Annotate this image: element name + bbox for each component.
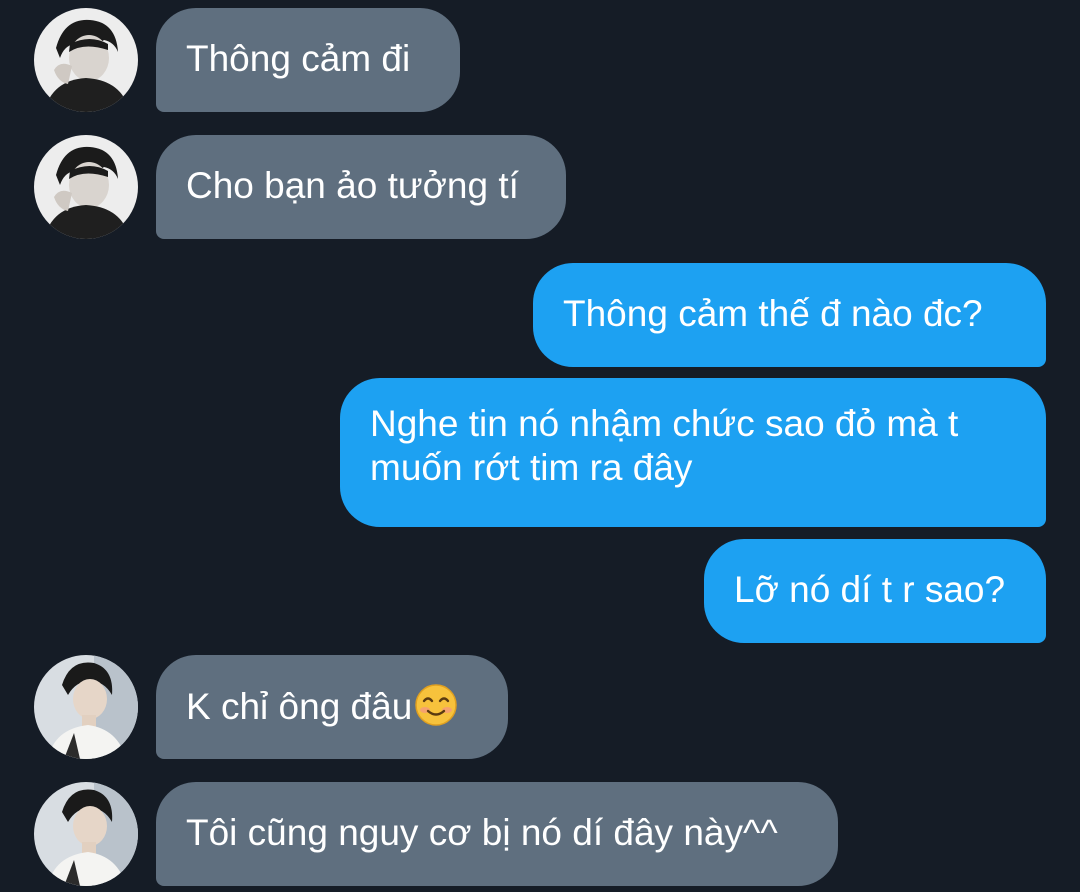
message-text: K chỉ ông đâu (186, 686, 413, 727)
avatar[interactable] (34, 782, 138, 886)
received-message-bubble[interactable]: Cho bạn ảo tưởng tí (156, 135, 566, 239)
profile-photo-person-b-icon (34, 782, 138, 886)
avatar[interactable] (34, 8, 138, 112)
received-message-bubble[interactable]: K chỉ ông đâu (156, 655, 508, 759)
message-text-line: Nghe tin nó nhậm chức sao đỏ mà t (370, 403, 959, 444)
received-message-bubble[interactable]: Tôi cũng nguy cơ bị nó dí đây này^^ (156, 782, 838, 886)
message-text: Thông cảm đi (186, 38, 411, 79)
profile-photo-person-b-icon (34, 655, 138, 759)
sent-message-bubble[interactable]: Lỡ nó dí t r sao? (704, 539, 1046, 643)
received-message-bubble[interactable]: Thông cảm đi (156, 8, 460, 112)
message-thread: Thông cảm đi Cho bạn ảo tưởng tí Thông c… (0, 0, 1080, 892)
message-text: Cho bạn ảo tưởng tí (186, 165, 519, 206)
profile-photo-person-a-icon (34, 8, 138, 112)
sent-message-bubble[interactable]: Nghe tin nó nhậm chức sao đỏ mà t muốn r… (340, 378, 1046, 527)
sent-message-bubble[interactable]: Thông cảm thế đ nào đc? (533, 263, 1046, 367)
message-text: Thông cảm thế đ nào đc? (563, 293, 983, 334)
avatar[interactable] (34, 135, 138, 239)
avatar[interactable] (34, 655, 138, 759)
message-text: Lỡ nó dí t r sao? (734, 569, 1006, 610)
profile-photo-person-a-icon (34, 135, 138, 239)
message-text: Tôi cũng nguy cơ bị nó dí đây này^^ (186, 812, 778, 853)
message-text-line: muốn rớt tim ra đây (370, 447, 693, 488)
smiling-face-with-smiling-eyes-emoji-icon (414, 683, 458, 727)
